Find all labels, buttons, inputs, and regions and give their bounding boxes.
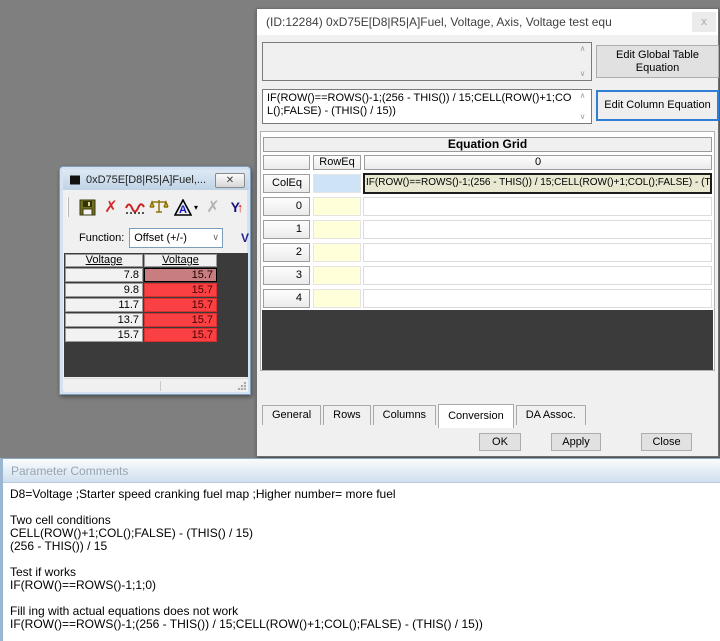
function-dropdown[interactable]: Offset (+/-) ∨: [129, 228, 223, 248]
grid-rowheader[interactable]: 3: [263, 266, 310, 285]
table-window-titlebar[interactable]: 0xD75E[D8|R5|A]Fuel,... ✕: [63, 170, 249, 190]
tab-da-assoc[interactable]: DA Assoc.: [516, 405, 586, 425]
tab-conversion[interactable]: Conversion: [438, 404, 514, 428]
table-window: 0xD75E[D8|R5|A]Fuel,... ✕ ✗: [59, 166, 251, 395]
table-toolbar: ✗ A ▾: [63, 191, 249, 223]
scales-icon[interactable]: [147, 196, 171, 218]
grid-roweq-cell[interactable]: [313, 289, 361, 308]
parameter-comments-title: Parameter Comments: [11, 459, 720, 483]
grid-rowheader[interactable]: 0: [263, 197, 310, 216]
comment-line: D8=Voltage ;Starter speed cranking fuel …: [10, 488, 720, 501]
axis-cell[interactable]: 11.7: [65, 298, 143, 312]
equation-dialog: (ID:12284) 0xD75E[D8|R5|A]Fuel, Voltage,…: [256, 8, 719, 457]
function-label: Function:: [79, 232, 124, 244]
chip-icon: [68, 175, 82, 185]
save-icon[interactable]: [75, 196, 99, 218]
column-header-value[interactable]: Voltage: [144, 254, 217, 267]
grid-rowheader[interactable]: 2: [263, 243, 310, 262]
dialog-titlebar[interactable]: (ID:12284) 0xD75E[D8|R5|A]Fuel, Voltage,…: [257, 9, 718, 35]
disabled-x-icon: ✗: [201, 196, 225, 218]
grid-rowheader[interactable]: 1: [263, 220, 310, 239]
grid-data-cell[interactable]: [363, 220, 712, 239]
value-cell[interactable]: 15.7: [144, 298, 217, 312]
status-bar: [64, 378, 248, 392]
dropdown-arrow-icon[interactable]: ▾: [191, 196, 201, 218]
comment-line: (256 - THIS()) / 15: [10, 540, 720, 553]
grid-data-cell[interactable]: [363, 243, 712, 262]
equation-grid: Equation Grid RowEq 0 ColEq IF(ROW()==RO…: [260, 131, 715, 371]
grid-coleq-equation-cell[interactable]: IF(ROW()==ROWS()-1;(256 - THIS()) / 15;C…: [363, 173, 712, 194]
grid-roweq-cell[interactable]: [313, 266, 361, 285]
scroll-arrows-icon[interactable]: ∧∨: [576, 92, 589, 121]
column-header-axis[interactable]: Voltage: [65, 254, 143, 267]
value-cell-selected[interactable]: 15.7: [144, 268, 217, 282]
dialog-title: (ID:12284) 0xD75E[D8|R5|A]Fuel, Voltage,…: [266, 9, 612, 35]
comment-line: [10, 501, 720, 514]
toolbar-gripper[interactable]: [67, 197, 69, 217]
grid-corner-header[interactable]: [263, 155, 310, 170]
comment-line: IF(ROW()==ROWS()-1;1;0): [10, 579, 720, 592]
grid-data-cell[interactable]: [363, 266, 712, 285]
table-window-title: 0xD75E[D8|R5|A]Fuel,...: [86, 174, 215, 186]
value-cell[interactable]: 15.7: [144, 328, 217, 342]
parameter-comments-panel: Parameter Comments D8=Voltage ;Starter s…: [0, 458, 720, 641]
scroll-arrows-icon[interactable]: ∧∨: [576, 45, 589, 78]
column-equation-field[interactable]: IF(ROW()==ROWS()-1;(256 - THIS()) / 15;C…: [262, 89, 592, 124]
comment-line: IF(ROW()==ROWS()-1;(256 - THIS()) / 15;C…: [10, 618, 720, 631]
grid-roweq-cell[interactable]: [313, 220, 361, 239]
tab-general[interactable]: General: [262, 405, 321, 425]
function-dropdown-value: Offset (+/-): [134, 232, 187, 244]
clipped-label: V: [241, 231, 249, 245]
y-axis-arrow-icon[interactable]: Y↑: [225, 196, 249, 218]
grid-rowheader[interactable]: 4: [263, 289, 310, 308]
delete-x-icon[interactable]: ✗: [99, 196, 123, 218]
grid-empty-area: [262, 310, 713, 370]
parameter-comments-header: Parameter Comments: [3, 459, 720, 483]
grid-col0-header[interactable]: 0: [364, 155, 712, 170]
dialog-tabs: General Rows Columns Conversion DA Assoc…: [262, 405, 588, 427]
grid-roweq-cell[interactable]: [313, 197, 361, 216]
grid-coleq-rowheader[interactable]: ColEq: [263, 174, 310, 193]
close-button[interactable]: Close: [641, 433, 692, 451]
grid-roweq-cell[interactable]: [313, 243, 361, 262]
chevron-down-icon: ∨: [212, 232, 219, 243]
axis-cell[interactable]: 15.7: [65, 328, 143, 342]
edit-global-table-equation-button[interactable]: Edit Global Table Equation: [596, 45, 719, 78]
grid-coleq-roweq-cell[interactable]: [313, 174, 361, 193]
edit-column-equation-button[interactable]: Edit Column Equation: [596, 90, 719, 121]
grid-data-cell[interactable]: [363, 289, 712, 308]
dialog-close-button[interactable]: x: [692, 12, 716, 32]
tab-columns[interactable]: Columns: [373, 405, 436, 425]
trace-graph-icon[interactable]: [123, 196, 147, 218]
axis-cell[interactable]: 9.8: [65, 283, 143, 297]
equation-grid-title: Equation Grid: [263, 137, 712, 152]
value-cell[interactable]: 15.7: [144, 283, 217, 297]
apply-button[interactable]: Apply: [551, 433, 601, 451]
tab-rows[interactable]: Rows: [323, 405, 371, 425]
axis-cell[interactable]: 7.8: [65, 268, 143, 282]
status-divider: [160, 381, 161, 391]
value-cell[interactable]: 15.7: [144, 313, 217, 327]
grid-data-cell[interactable]: [363, 197, 712, 216]
voltage-table: Voltage Voltage 7.8 15.7 9.8 15.7 11.7 1…: [64, 253, 248, 377]
resize-grip[interactable]: [237, 381, 246, 390]
comment-line: [10, 553, 720, 566]
global-equation-field[interactable]: ∧∨: [262, 42, 592, 81]
ok-button[interactable]: OK: [479, 433, 521, 451]
grid-roweq-header[interactable]: RowEq: [313, 155, 361, 170]
column-equation-value: IF(ROW()==ROWS()-1;(256 - THIS()) / 15;C…: [267, 92, 571, 117]
close-button[interactable]: ✕: [215, 173, 245, 188]
axis-cell[interactable]: 13.7: [65, 313, 143, 327]
parameter-comments-text[interactable]: D8=Voltage ;Starter speed cranking fuel …: [3, 483, 720, 631]
comment-line: CELL(ROW()+1;COL();FALSE) - (THIS() / 15…: [10, 527, 720, 540]
svg-text:A: A: [179, 204, 187, 216]
function-row: Function: Offset (+/-) ∨ V: [63, 225, 249, 251]
